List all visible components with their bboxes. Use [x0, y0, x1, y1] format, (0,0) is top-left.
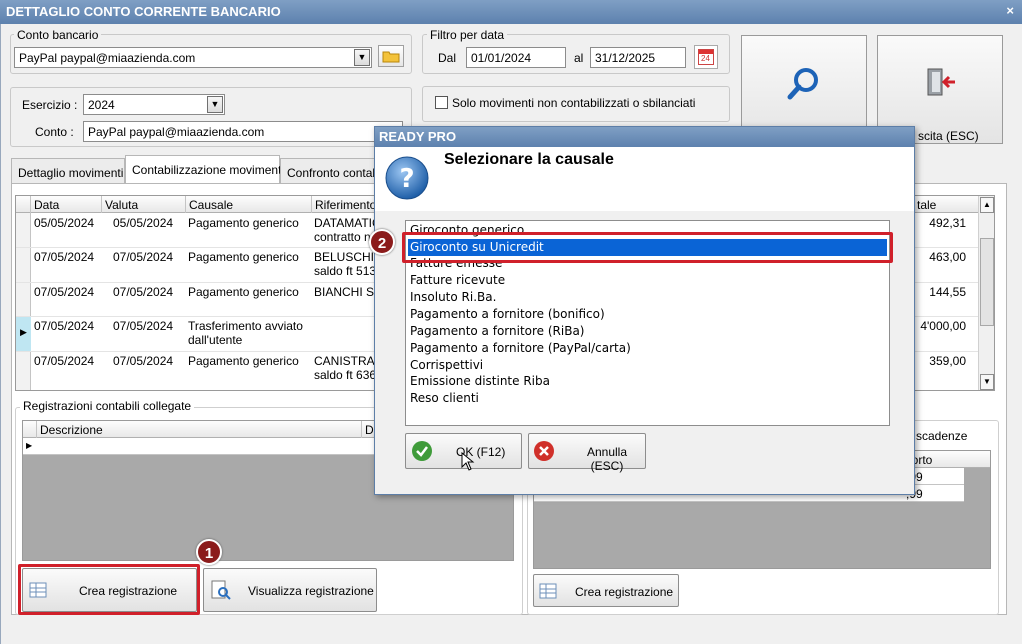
- al-input[interactable]: 31/12/2025: [590, 47, 686, 68]
- list-item[interactable]: Reso clienti: [408, 390, 887, 407]
- list-item[interactable]: Fatture ricevute: [408, 272, 887, 289]
- tab-dettaglio-movimenti[interactable]: Dettaglio movimenti: [11, 158, 125, 184]
- chevron-down-icon[interactable]: ▼: [207, 96, 223, 113]
- list-item[interactable]: Pagamento a fornitore (RiBa): [408, 323, 887, 340]
- cell-data[interactable]: 07/05/2024: [34, 250, 94, 264]
- cell-riferimento[interactable]: BIANCHI ST: [314, 285, 374, 299]
- conto-label: Conto :: [35, 125, 74, 139]
- conto-bancario-value: PayPal paypal@miaazienda.com: [19, 51, 196, 65]
- cell-causale[interactable]: Trasferimento avviato: [188, 319, 303, 333]
- uscita-label: scita (ESC): [918, 129, 979, 143]
- registrazioni-label: Registrazioni contabili collegate: [20, 399, 195, 413]
- cell-valuta[interactable]: 07/05/2024: [113, 285, 173, 299]
- crea-registrazione-scadenze-button[interactable]: Crea registrazione: [533, 574, 679, 607]
- chevron-down-icon[interactable]: ▼: [354, 49, 370, 66]
- annulla-button[interactable]: Annulla (ESC): [528, 433, 646, 473]
- cell-data[interactable]: 05/05/2024: [34, 216, 94, 230]
- mouse-cursor-icon: [461, 452, 475, 471]
- cancel-icon: [534, 441, 554, 461]
- row-indicator-column: [16, 213, 31, 390]
- dialog-heading: Selezionare la causale: [444, 151, 614, 168]
- calendar-icon: 24: [698, 49, 714, 65]
- movements-scrollbar[interactable]: ▲ ▼: [978, 196, 994, 390]
- column-header-causale[interactable]: Causale: [186, 196, 312, 213]
- highlight-selected-causale: [402, 232, 893, 263]
- list-item[interactable]: Pagamento a fornitore (bonifico): [408, 306, 887, 323]
- scroll-thumb[interactable]: [980, 238, 994, 326]
- list-item[interactable]: Insoluto Ri.Ba.: [408, 289, 887, 306]
- cell-riferimento-2[interactable]: saldo ft 513: [314, 264, 374, 278]
- question-icon: ?: [385, 156, 429, 200]
- step-badge-2: 2: [369, 229, 395, 255]
- cell-data[interactable]: 07/05/2024: [34, 285, 94, 299]
- cell-causale[interactable]: Pagamento generico: [188, 285, 299, 299]
- list-item[interactable]: Pagamento a fornitore (PayPal/carta): [408, 340, 887, 357]
- window-title: DETTAGLIO CONTO CORRENTE BANCARIO: [6, 4, 281, 19]
- cell-riferimento[interactable]: CANISTRAC: [314, 354, 374, 368]
- cell-valuta[interactable]: 07/05/2024: [113, 250, 173, 264]
- causale-dialog: READY PRO ? Selezionare la causale Giroc…: [369, 126, 915, 495]
- list-item[interactable]: Emissione distinte Riba: [408, 373, 887, 390]
- dal-label: Dal: [438, 51, 457, 65]
- scadenze-label: scadenze: [913, 429, 971, 443]
- solo-movimenti-checkbox[interactable]: [435, 96, 448, 109]
- view-document-icon: [211, 580, 231, 600]
- conto-combo[interactable]: PayPal paypal@miaazienda.com: [83, 121, 403, 142]
- filtro-data-label: Filtro per data: [427, 28, 508, 42]
- check-icon: [412, 441, 432, 461]
- cell-riferimento-2[interactable]: contratto n: [314, 230, 374, 244]
- conto-value: PayPal paypal@miaazienda.com: [88, 125, 265, 139]
- cell-riferimento[interactable]: DATAMATIC: [314, 216, 374, 230]
- current-row-indicator: ▶: [16, 317, 31, 351]
- folder-icon: [382, 51, 400, 63]
- open-folder-button[interactable]: [378, 45, 404, 67]
- row-pointer-icon: ▶: [26, 441, 33, 450]
- cell-riferimento[interactable]: BELUSCHI G: [314, 250, 374, 264]
- visualizza-registrazione-button[interactable]: Visualizza registrazione: [203, 568, 377, 612]
- column-header-totale[interactable]: tale: [914, 196, 978, 213]
- step-badge-1: 1: [196, 539, 222, 565]
- scroll-up-icon[interactable]: ▲: [980, 197, 994, 213]
- svg-text:?: ?: [399, 164, 414, 194]
- list-item[interactable]: Corrispettivi: [408, 357, 887, 374]
- table-add-icon: [539, 583, 557, 599]
- cell-riferimento-2[interactable]: saldo ft 636: [314, 368, 374, 382]
- solo-movimenti-label: Solo movimenti non contabilizzati o sbil…: [452, 96, 696, 110]
- al-label: al: [574, 51, 584, 65]
- cell-causale[interactable]: Pagamento generico: [188, 354, 299, 368]
- row-pointer-icon: ▶: [20, 327, 27, 337]
- conto-bancario-combo[interactable]: PayPal paypal@miaazienda.com ▼: [14, 47, 372, 68]
- conto-bancario-label: Conto bancario: [14, 28, 102, 42]
- cell-data[interactable]: 07/05/2024: [34, 354, 94, 368]
- esercizio-label: Esercizio :: [22, 98, 78, 112]
- dialog-title-bar: READY PRO: [375, 127, 914, 147]
- visualizza-registrazione-label: Visualizza registrazione: [248, 584, 374, 598]
- cell-valuta[interactable]: 07/05/2024: [113, 354, 173, 368]
- column-header-valuta[interactable]: Valuta: [102, 196, 186, 213]
- column-header-descrizione[interactable]: Descrizione: [37, 421, 362, 438]
- cell-causale[interactable]: Pagamento generico: [188, 216, 299, 230]
- crea-registrazione-scadenze-label: Crea registrazione: [575, 585, 674, 599]
- calendar-button[interactable]: 24: [694, 45, 718, 69]
- column-header-data[interactable]: Data: [31, 196, 102, 213]
- annulla-label: Annulla (ESC): [586, 445, 628, 473]
- cell-valuta[interactable]: 05/05/2024: [113, 216, 173, 230]
- column-header-riferimento[interactable]: Riferimento: [312, 196, 376, 213]
- esercizio-combo[interactable]: 2024 ▼: [83, 94, 225, 115]
- scroll-down-icon[interactable]: ▼: [980, 374, 994, 390]
- exit-icon: [927, 68, 955, 96]
- tab-contabilizzazione-movimenti[interactable]: Contabilizzazione movimenti: [125, 155, 284, 184]
- dal-input[interactable]: 01/01/2024: [466, 47, 566, 68]
- cell-valuta[interactable]: 07/05/2024: [113, 319, 173, 333]
- cell-causale[interactable]: Pagamento generico: [188, 250, 299, 264]
- close-icon[interactable]: ×: [1006, 3, 1014, 18]
- highlight-crea-registrazione: [18, 564, 200, 615]
- cell-data[interactable]: 07/05/2024: [34, 319, 94, 333]
- tab-confronto-contab[interactable]: Confronto contab: [280, 158, 380, 184]
- cell-causale-2[interactable]: dall'utente: [188, 333, 242, 347]
- esercizio-value: 2024: [88, 98, 115, 112]
- search-icon: [787, 68, 818, 100]
- dialog-title: READY PRO: [379, 129, 457, 144]
- window-title-bar: DETTAGLIO CONTO CORRENTE BANCARIO ×: [0, 0, 1022, 24]
